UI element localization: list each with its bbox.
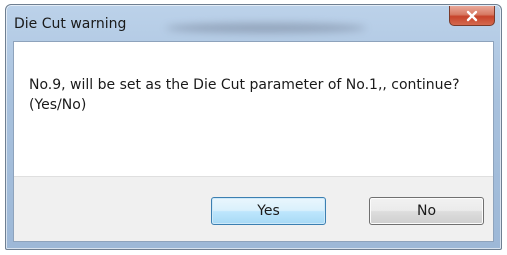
dialog-title: Die Cut warning bbox=[14, 16, 127, 32]
yes-button[interactable]: Yes bbox=[211, 197, 326, 225]
warning-message: No.9, will be set as the Die Cut paramet… bbox=[29, 77, 460, 113]
close-icon bbox=[465, 10, 479, 22]
button-bar: Yes No bbox=[14, 176, 493, 241]
dialog-window: Die Cut warning No.9, will be set as the… bbox=[5, 4, 502, 250]
title-bar[interactable]: Die Cut warning bbox=[6, 5, 501, 41]
dialog-body: No.9, will be set as the Die Cut paramet… bbox=[13, 41, 494, 242]
close-button[interactable] bbox=[449, 6, 495, 26]
no-button[interactable]: No bbox=[369, 197, 484, 225]
title-bar-glow bbox=[166, 23, 366, 33]
